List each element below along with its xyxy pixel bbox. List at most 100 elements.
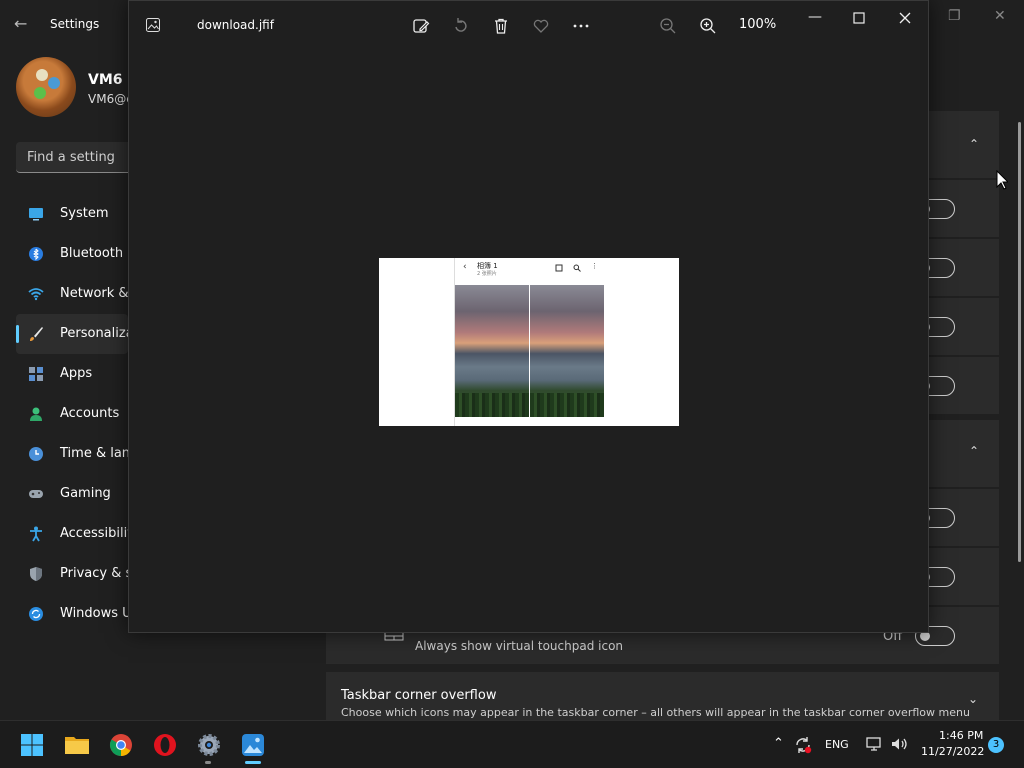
close-icon[interactable]: ✕: [994, 8, 1006, 24]
zoom-out-icon[interactable]: [657, 15, 679, 37]
sticker-icon: [48, 77, 60, 89]
active-indicator: [245, 761, 261, 764]
search-input[interactable]: Find a setting: [16, 142, 136, 173]
search-placeholder: Find a setting: [27, 150, 115, 165]
chrome-icon[interactable]: [105, 729, 137, 761]
sidebar-item-network[interactable]: Network &: [16, 274, 128, 314]
volume-icon[interactable]: [890, 735, 908, 753]
sidebar-nav: System Bluetooth & Network & Personaliza…: [16, 194, 128, 634]
sidebar-item-system[interactable]: System: [16, 194, 128, 234]
setting-row: [915, 489, 999, 546]
wifi-icon: [28, 288, 44, 301]
sidebar-item-label: Bluetooth &: [60, 246, 128, 261]
opera-icon[interactable]: [149, 729, 181, 761]
setting-row: [915, 180, 999, 237]
search-icon: [573, 264, 581, 272]
setting-row: [915, 548, 999, 605]
maximize-icon[interactable]: [853, 12, 865, 24]
back-arrow-icon[interactable]: ←: [14, 14, 27, 33]
minimize-icon[interactable]: —: [808, 9, 822, 25]
accessibility-icon: [30, 526, 42, 542]
delete-icon[interactable]: [490, 15, 512, 37]
setting-row: [915, 298, 999, 355]
running-indicator: [205, 761, 211, 764]
edit-image-icon[interactable]: [410, 15, 432, 37]
phone-screenshot: ‹ 相簿 1 2 张照片 ⋮: [454, 258, 604, 426]
sidebar-item-label: Windows U: [60, 606, 128, 621]
start-icon[interactable]: [16, 729, 48, 761]
photo-thumbnail: [530, 285, 604, 417]
sidebar-item-gaming[interactable]: Gaming: [16, 474, 128, 514]
select-icon: [555, 264, 563, 272]
monitor-icon: [29, 208, 43, 221]
shield-icon: [30, 567, 42, 581]
rotate-icon[interactable]: [450, 15, 472, 37]
sticker-icon: [36, 69, 48, 81]
file-explorer-icon[interactable]: [61, 729, 93, 761]
scrollbar[interactable]: [1018, 122, 1021, 562]
settings-title: Settings: [50, 17, 100, 31]
taskbar-items-card-header[interactable]: ⌃: [928, 111, 999, 178]
sidebar-item-label: Network &: [60, 286, 128, 301]
photo-thumbnail: [455, 285, 529, 417]
clock-date[interactable]: 11/27/2022: [921, 745, 984, 758]
restore-icon[interactable]: ❐: [948, 8, 961, 24]
sidebar-item-label: Privacy & s: [60, 566, 128, 581]
touchpad-subtitle: Always show virtual touchpad icon: [415, 639, 624, 653]
person-icon: [30, 407, 42, 421]
clock-time[interactable]: 1:46 PM: [939, 729, 983, 742]
sidebar-item-bluetooth[interactable]: Bluetooth &: [16, 234, 128, 274]
sidebar-item-label: System: [60, 206, 109, 221]
overflow-title: Taskbar corner overflow: [341, 688, 497, 703]
sidebar-item-label: Accounts: [60, 406, 120, 421]
sidebar-item-accessibility[interactable]: Accessibilit: [16, 514, 128, 554]
sidebar-item-accounts[interactable]: Accounts: [16, 394, 128, 434]
settings-icon[interactable]: [193, 729, 225, 761]
sidebar-item-privacy[interactable]: Privacy & s: [16, 554, 128, 594]
sidebar-item-windows-update[interactable]: Windows U: [16, 594, 128, 634]
sidebar-item-personalization[interactable]: Personaliza: [16, 314, 128, 354]
sidebar-item-label: Accessibilit: [60, 526, 128, 541]
brush-icon: [30, 327, 43, 341]
chevron-up-icon[interactable]: ⌃: [969, 444, 979, 458]
sidebar-item-time-language[interactable]: Time & lan: [16, 434, 128, 474]
apps-icon: [29, 367, 43, 381]
more-icon[interactable]: [570, 15, 592, 37]
favorite-heart-icon[interactable]: [530, 15, 552, 37]
photos-app-icon: [146, 18, 160, 32]
close-icon[interactable]: [899, 12, 911, 24]
chevron-down-icon[interactable]: ⌄: [968, 692, 978, 706]
back-arrow-icon: ‹: [463, 262, 467, 272]
sync-error-icon[interactable]: [794, 736, 812, 754]
sidebar-item-label: Apps: [60, 366, 93, 381]
clock-globe-icon: [29, 447, 43, 461]
notification-badge[interactable]: 3: [988, 737, 1004, 753]
sidebar-item-apps[interactable]: Apps: [16, 354, 128, 394]
profile-name: VM6: [88, 72, 123, 88]
network-icon[interactable]: [865, 735, 883, 753]
show-hidden-icons-chevron-icon[interactable]: ⌃: [773, 736, 784, 751]
more-icon: ⋮: [591, 262, 598, 270]
photos-icon[interactable]: [237, 729, 269, 761]
setting-row: [915, 239, 999, 296]
album-subtitle: 2 张照片: [477, 271, 497, 277]
taskbar-corner-icons-card-header[interactable]: ⌃: [928, 420, 999, 487]
gamepad-icon: [29, 490, 43, 498]
zoom-in-icon[interactable]: [697, 15, 719, 37]
sidebar-item-label: Personaliza: [60, 326, 128, 341]
avatar[interactable]: [16, 57, 76, 117]
photos-toolbar: download.jfif 100% —: [129, 1, 928, 49]
file-name: download.jfif: [197, 18, 274, 32]
taskbar: ⌃ ENG 1:46 PM 11/27/2022 3: [0, 720, 1024, 768]
setting-row: [915, 357, 999, 414]
sidebar-item-label: Time & lan: [60, 446, 128, 461]
sticker-icon: [34, 87, 46, 99]
displayed-photo[interactable]: ‹ 相簿 1 2 张照片 ⋮: [379, 258, 679, 426]
profile-email: VM6@c: [88, 92, 133, 106]
chevron-up-icon[interactable]: ⌃: [969, 137, 979, 151]
zoom-level[interactable]: 100%: [739, 17, 776, 32]
input-language[interactable]: ENG: [825, 738, 849, 751]
taskbar-corner-overflow-card[interactable]: Taskbar corner overflow Choose which ico…: [326, 672, 999, 720]
mouse-cursor-icon: [996, 170, 1008, 190]
overflow-subtitle: Choose which icons may appear in the tas…: [341, 706, 970, 719]
